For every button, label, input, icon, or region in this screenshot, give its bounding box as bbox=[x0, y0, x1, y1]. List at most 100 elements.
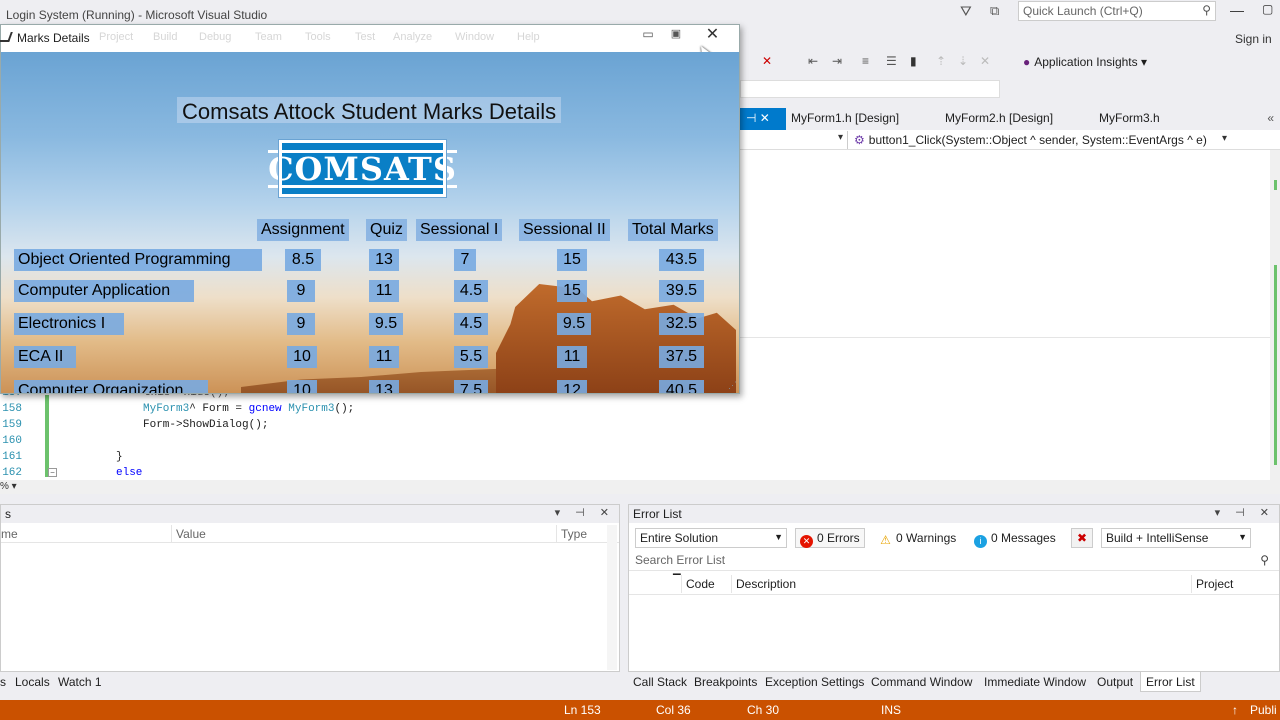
error-search-input[interactable]: Search Error List ⚲ bbox=[629, 551, 1279, 571]
tab-breakpoints[interactable]: Breakpoints bbox=[691, 675, 760, 689]
marks-details-window: Marks Details Project Build Debug Team T… bbox=[0, 24, 740, 394]
status-line: Ln 153 bbox=[564, 703, 601, 717]
step-over-icon[interactable]: ⇥ bbox=[832, 54, 842, 68]
dialog-title-bar[interactable]: Marks Details Project Build Debug Team T… bbox=[0, 25, 739, 64]
indent-icon[interactable]: ≡ bbox=[862, 54, 869, 68]
vs-window-title: Login System (Running) - Microsoft Visua… bbox=[6, 8, 268, 22]
mark-cell: 9 bbox=[287, 280, 315, 302]
tab-command-window[interactable]: Command Window bbox=[868, 675, 975, 689]
vs-toolbar: ✕ ⇤ ⇥ ≡ ☰ ▮ ⇡ ⇣ ✕ ● Application Insights … bbox=[740, 50, 1280, 76]
maximize-icon[interactable]: ▢ bbox=[1262, 2, 1273, 16]
locals-scrollbar[interactable] bbox=[607, 525, 617, 670]
tab-myform1-design[interactable]: MyForm1.h [Design] bbox=[785, 108, 905, 130]
subject-label: Computer Organization bbox=[14, 380, 208, 393]
status-char: Ch 30 bbox=[747, 703, 780, 717]
application-insights-button[interactable]: ● Application Insights ▾ bbox=[1023, 55, 1147, 69]
chevron-down-icon: ▼ bbox=[774, 532, 783, 542]
error-list-title: Error List bbox=[633, 507, 682, 521]
mark-cell: 4.5 bbox=[454, 313, 488, 335]
tab-exception-settings[interactable]: Exception Settings bbox=[762, 675, 867, 689]
prev-bookmark-icon[interactable]: ⇡ bbox=[936, 54, 946, 68]
panel-buttons[interactable]: ▾ ⊣ ✕ bbox=[1215, 506, 1275, 519]
column-divider[interactable] bbox=[556, 525, 557, 543]
mark-cell: 11 bbox=[557, 346, 587, 368]
info-icon: i bbox=[974, 535, 987, 548]
tab-myform2-design[interactable]: MyForm2.h [Design] bbox=[939, 108, 1059, 130]
panel-splitter[interactable] bbox=[0, 496, 1280, 500]
col-value[interactable]: Value bbox=[176, 527, 206, 541]
tab-autos[interactable]: s bbox=[0, 675, 9, 689]
column-divider[interactable] bbox=[171, 525, 172, 543]
publish-arrow-icon[interactable]: ↑ bbox=[1232, 703, 1238, 717]
editor-hscrollbar[interactable] bbox=[0, 480, 1280, 494]
feedback-icon[interactable]: ⧉ bbox=[990, 3, 1008, 21]
scope-dropdown[interactable]: Entire Solution ▼ bbox=[635, 528, 787, 548]
tab-myform3[interactable]: MyForm3.h bbox=[1093, 108, 1166, 130]
subject-label: Electronics I bbox=[14, 313, 124, 335]
col-type[interactable]: Type bbox=[561, 527, 587, 541]
tabs-overflow-icon[interactable]: « bbox=[1267, 111, 1274, 125]
mark-cell: 9 bbox=[287, 313, 315, 335]
tab-output[interactable]: Output bbox=[1094, 675, 1136, 689]
errors-filter-button[interactable]: ✕ 0 Errors bbox=[795, 528, 865, 548]
zoom-control[interactable]: % ▾ bbox=[0, 481, 17, 492]
lightbulb-icon: ● bbox=[1023, 55, 1031, 69]
mark-cell: 7 bbox=[454, 249, 476, 271]
tab-watch-1[interactable]: Watch 1 bbox=[55, 675, 105, 689]
build-source-value: Build + IntelliSense bbox=[1106, 531, 1209, 545]
search-icon: ⚲ bbox=[1202, 3, 1211, 17]
build-source-dropdown[interactable]: Build + IntelliSense ▼ bbox=[1101, 528, 1251, 548]
chevron-down-icon[interactable]: ▾ bbox=[1222, 133, 1227, 144]
notifications-filter-icon[interactable]: ⛛ bbox=[960, 3, 978, 21]
next-bookmark-icon[interactable]: ⇣ bbox=[958, 54, 968, 68]
sort-icon[interactable]: ▔ bbox=[673, 575, 681, 586]
warnings-filter-button[interactable]: ⚠ 0 Warnings bbox=[874, 528, 961, 548]
warnings-count: 0 Warnings bbox=[896, 531, 957, 545]
panel-buttons[interactable]: ▾ ⊣ ✕ bbox=[555, 506, 615, 519]
mark-cell: 39.5 bbox=[659, 280, 704, 302]
dialog-minimize-button[interactable]: ▭ bbox=[634, 27, 662, 45]
ghost-menu-item: Team bbox=[255, 31, 282, 43]
col-description[interactable]: Description bbox=[736, 577, 796, 591]
col-code[interactable]: Code bbox=[686, 577, 715, 591]
active-tab-controls[interactable]: ⊣ ✕ bbox=[740, 108, 786, 130]
bookmark-icon[interactable]: ▮ bbox=[910, 54, 917, 68]
collapse-icon[interactable]: − bbox=[48, 468, 57, 477]
column-divider[interactable] bbox=[731, 575, 732, 593]
minimize-icon[interactable]: — bbox=[1230, 2, 1244, 18]
col-header-total: Total Marks bbox=[628, 219, 718, 241]
quick-launch-input[interactable]: Quick Launch (Ctrl+Q) ⚲ bbox=[1018, 1, 1216, 21]
outdent-icon[interactable]: ☰ bbox=[886, 54, 897, 68]
col-name[interactable]: me bbox=[1, 527, 18, 541]
error-icon: ✕ bbox=[800, 535, 813, 548]
messages-filter-button[interactable]: i 0 Messages bbox=[969, 528, 1061, 548]
locals-column-headers: me Value Type bbox=[1, 525, 619, 543]
tab-locals[interactable]: Locals bbox=[12, 675, 53, 689]
editor-scrollbar[interactable] bbox=[1270, 150, 1280, 480]
stop-debug-icon[interactable]: ✕ bbox=[762, 54, 772, 68]
column-divider[interactable] bbox=[1191, 575, 1192, 593]
quick-launch-placeholder: Quick Launch (Ctrl+Q) bbox=[1023, 4, 1143, 18]
solution-config-combo[interactable] bbox=[740, 80, 1000, 98]
class-combo[interactable]: ▾ bbox=[740, 131, 848, 149]
clear-bookmarks-icon[interactable]: ✕ bbox=[980, 54, 990, 68]
dialog-title: Marks Details bbox=[17, 31, 90, 45]
column-divider[interactable] bbox=[681, 575, 682, 593]
tab-error-list[interactable]: Error List bbox=[1140, 672, 1201, 692]
step-icon[interactable]: ⇤ bbox=[808, 54, 818, 68]
dialog-maximize-button[interactable]: ▣ bbox=[662, 27, 690, 45]
locals-title: s bbox=[5, 507, 11, 521]
tab-call-stack[interactable]: Call Stack bbox=[630, 675, 690, 689]
locals-panel-header: s ▾ ⊣ ✕ bbox=[1, 505, 619, 523]
resize-grip-icon[interactable]: ⋰ bbox=[728, 380, 737, 391]
error-list-panel: Error List ▾ ⊣ ✕ Entire Solution ▼ ✕ 0 Erro… bbox=[628, 504, 1280, 672]
tab-immediate-window[interactable]: Immediate Window bbox=[981, 675, 1089, 689]
status-publish[interactable]: Publi bbox=[1250, 703, 1277, 717]
errors-count: 0 Errors bbox=[817, 531, 860, 545]
line-number: 161 bbox=[2, 451, 22, 463]
filter-toggle-icon[interactable]: ✖ bbox=[1071, 528, 1093, 548]
method-combo[interactable]: ⚙ button1_Click(System::Object ^ sender, … bbox=[854, 133, 1207, 147]
col-project[interactable]: Project bbox=[1196, 577, 1233, 591]
sign-in-link[interactable]: Sign in bbox=[1235, 32, 1272, 46]
dialog-close-button[interactable]: ✕ bbox=[690, 26, 735, 46]
